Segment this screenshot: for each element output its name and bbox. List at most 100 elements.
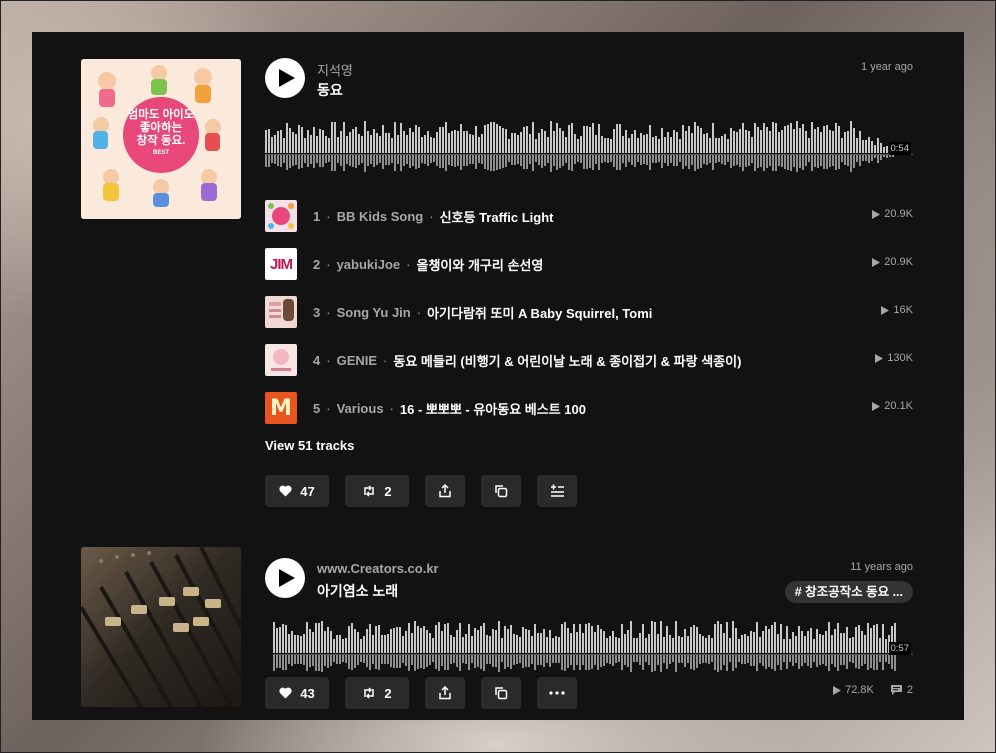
waveform-bar (762, 618, 764, 674)
waveform-bar (384, 618, 386, 674)
waveform-bar (783, 618, 785, 674)
waveform-bar (696, 618, 698, 674)
track-artwork[interactable] (81, 547, 241, 707)
row-title[interactable]: 올챙이와 개구리 손선영 (417, 255, 544, 274)
track-title[interactable]: 아기염소 노래 (317, 581, 398, 601)
waveform-bar (394, 118, 396, 174)
repost-button[interactable]: 2 (345, 475, 409, 507)
waveform-bar (820, 118, 822, 174)
waveform-bar (666, 618, 668, 674)
row-title[interactable]: 신호등 Traffic Light (440, 207, 554, 226)
waveform-bar (574, 118, 576, 174)
waveform-bar (360, 618, 362, 674)
playlist-row[interactable]: 1 · BB Kids Song · 신호등 Traffic Light 20.… (265, 192, 913, 240)
track-stats: 72.8K 2 (817, 684, 913, 696)
waveform-bar (708, 618, 710, 674)
more-icon (549, 691, 565, 695)
track-duration: 0:57 (888, 642, 911, 655)
waveform-bar (367, 118, 369, 174)
row-artist[interactable]: Song Yu Jin (337, 305, 411, 320)
play-count-icon (872, 401, 881, 411)
row-plays-value: 16K (893, 304, 913, 316)
waveform-bar (525, 618, 527, 674)
waveform-bar (603, 618, 605, 674)
waveform-bar (634, 118, 636, 174)
waveform-bar (787, 118, 789, 174)
waveform-bar (468, 618, 470, 674)
waveform-bar (724, 118, 726, 174)
track-artist[interactable]: www.Creators.co.kr (317, 561, 439, 576)
waveform-bar (354, 618, 356, 674)
row-artist[interactable]: GENIE (337, 353, 377, 368)
waveform-bar (315, 618, 317, 674)
view-all-tracks-link[interactable]: View 51 tracks (265, 438, 354, 453)
waveform-bar (477, 618, 479, 674)
waveform-bar (265, 118, 267, 174)
like-button[interactable]: 43 (265, 677, 329, 709)
waveform-bar (649, 118, 651, 174)
play-button[interactable] (265, 58, 305, 98)
waveform-bar (592, 118, 594, 174)
add-to-next-up-button[interactable] (537, 475, 577, 507)
playlist-row[interactable]: 3 · Song Yu Jin · 아기다람쥐 또미 A Baby Squirr… (265, 288, 913, 336)
waveform-bar (499, 118, 501, 174)
playlist-artwork[interactable]: 엄마도 아이도 좋아하는 창작 동요. BEST (81, 59, 241, 219)
waveform[interactable]: 0:54 (265, 118, 913, 174)
waveform-bar (429, 618, 431, 674)
more-options-button[interactable] (537, 677, 577, 709)
waveform-bar (837, 618, 839, 674)
like-count: 43 (300, 685, 315, 701)
row-number: 4 (313, 352, 321, 368)
playlist-row[interactable]: M 5 · Various · 16 - 뽀뽀뽀 - 유아동요 베스트 100 … (265, 384, 913, 432)
waveform-bar (627, 618, 629, 674)
waveform-bar (310, 118, 312, 174)
share-icon (439, 484, 451, 498)
waveform-bar (556, 118, 558, 174)
row-number: 1 (313, 208, 321, 224)
waveform-bar (562, 118, 564, 174)
like-button[interactable]: 47 (265, 475, 329, 507)
row-artist[interactable]: Various (337, 401, 384, 416)
waveform-bar (736, 118, 738, 174)
genre-tag[interactable]: # 창조공작소 동요 ... (784, 581, 913, 603)
waveform-bar (517, 118, 519, 174)
row-title[interactable]: 16 - 뽀뽀뽀 - 유아동요 베스트 100 (400, 399, 586, 418)
track-title[interactable]: 동요 (317, 80, 343, 100)
waveform-bar (847, 118, 849, 174)
waveform-bar (282, 618, 284, 674)
waveform-bar (288, 618, 290, 674)
play-button[interactable] (265, 558, 305, 598)
play-count-icon (872, 257, 881, 267)
repost-button[interactable]: 2 (345, 677, 409, 709)
track-item: www.Creators.co.kr 아기염소 노래 11 years ago … (32, 544, 964, 720)
waveform[interactable]: 0:57 (273, 618, 913, 674)
waveform-bar (618, 618, 620, 674)
copy-link-button[interactable] (481, 677, 521, 709)
row-artist[interactable]: BB Kids Song (337, 209, 424, 224)
waveform-bar (426, 618, 428, 674)
waveform-bar (337, 118, 339, 174)
copy-link-button[interactable] (481, 475, 521, 507)
waveform-bar (417, 618, 419, 674)
waveform-bar (751, 118, 753, 174)
share-button[interactable] (425, 677, 465, 709)
waveform-bar (771, 618, 773, 674)
waveform-bar (772, 118, 774, 174)
waveform-bar (481, 118, 483, 174)
track-artist[interactable]: 지석영 (317, 60, 353, 79)
waveform-bar (636, 618, 638, 674)
waveform-bar (859, 118, 861, 174)
comment-count[interactable]: 2 (890, 684, 913, 696)
row-title[interactable]: 동요 메들리 (비행기 & 어린이날 노래 & 종이접기 & 파랑 색종이) (393, 351, 741, 370)
playlist-row[interactable]: 4 · GENIE · 동요 메들리 (비행기 & 어린이날 노래 & 종이접기… (265, 336, 913, 384)
row-thumbnail (265, 200, 297, 232)
post-age: 1 year ago (861, 61, 913, 73)
row-artist[interactable]: yabukiJoe (337, 257, 401, 272)
waveform-bar (420, 618, 422, 674)
waveform-bar (754, 118, 756, 174)
waveform-bar (834, 618, 836, 674)
row-title[interactable]: 아기다람쥐 또미 A Baby Squirrel, Tomi (427, 303, 652, 322)
waveform-bar (648, 618, 650, 674)
playlist-row[interactable]: JIM 2 · yabukiJoe · 올챙이와 개구리 손선영 20.9K (265, 240, 913, 288)
share-button[interactable] (425, 475, 465, 507)
